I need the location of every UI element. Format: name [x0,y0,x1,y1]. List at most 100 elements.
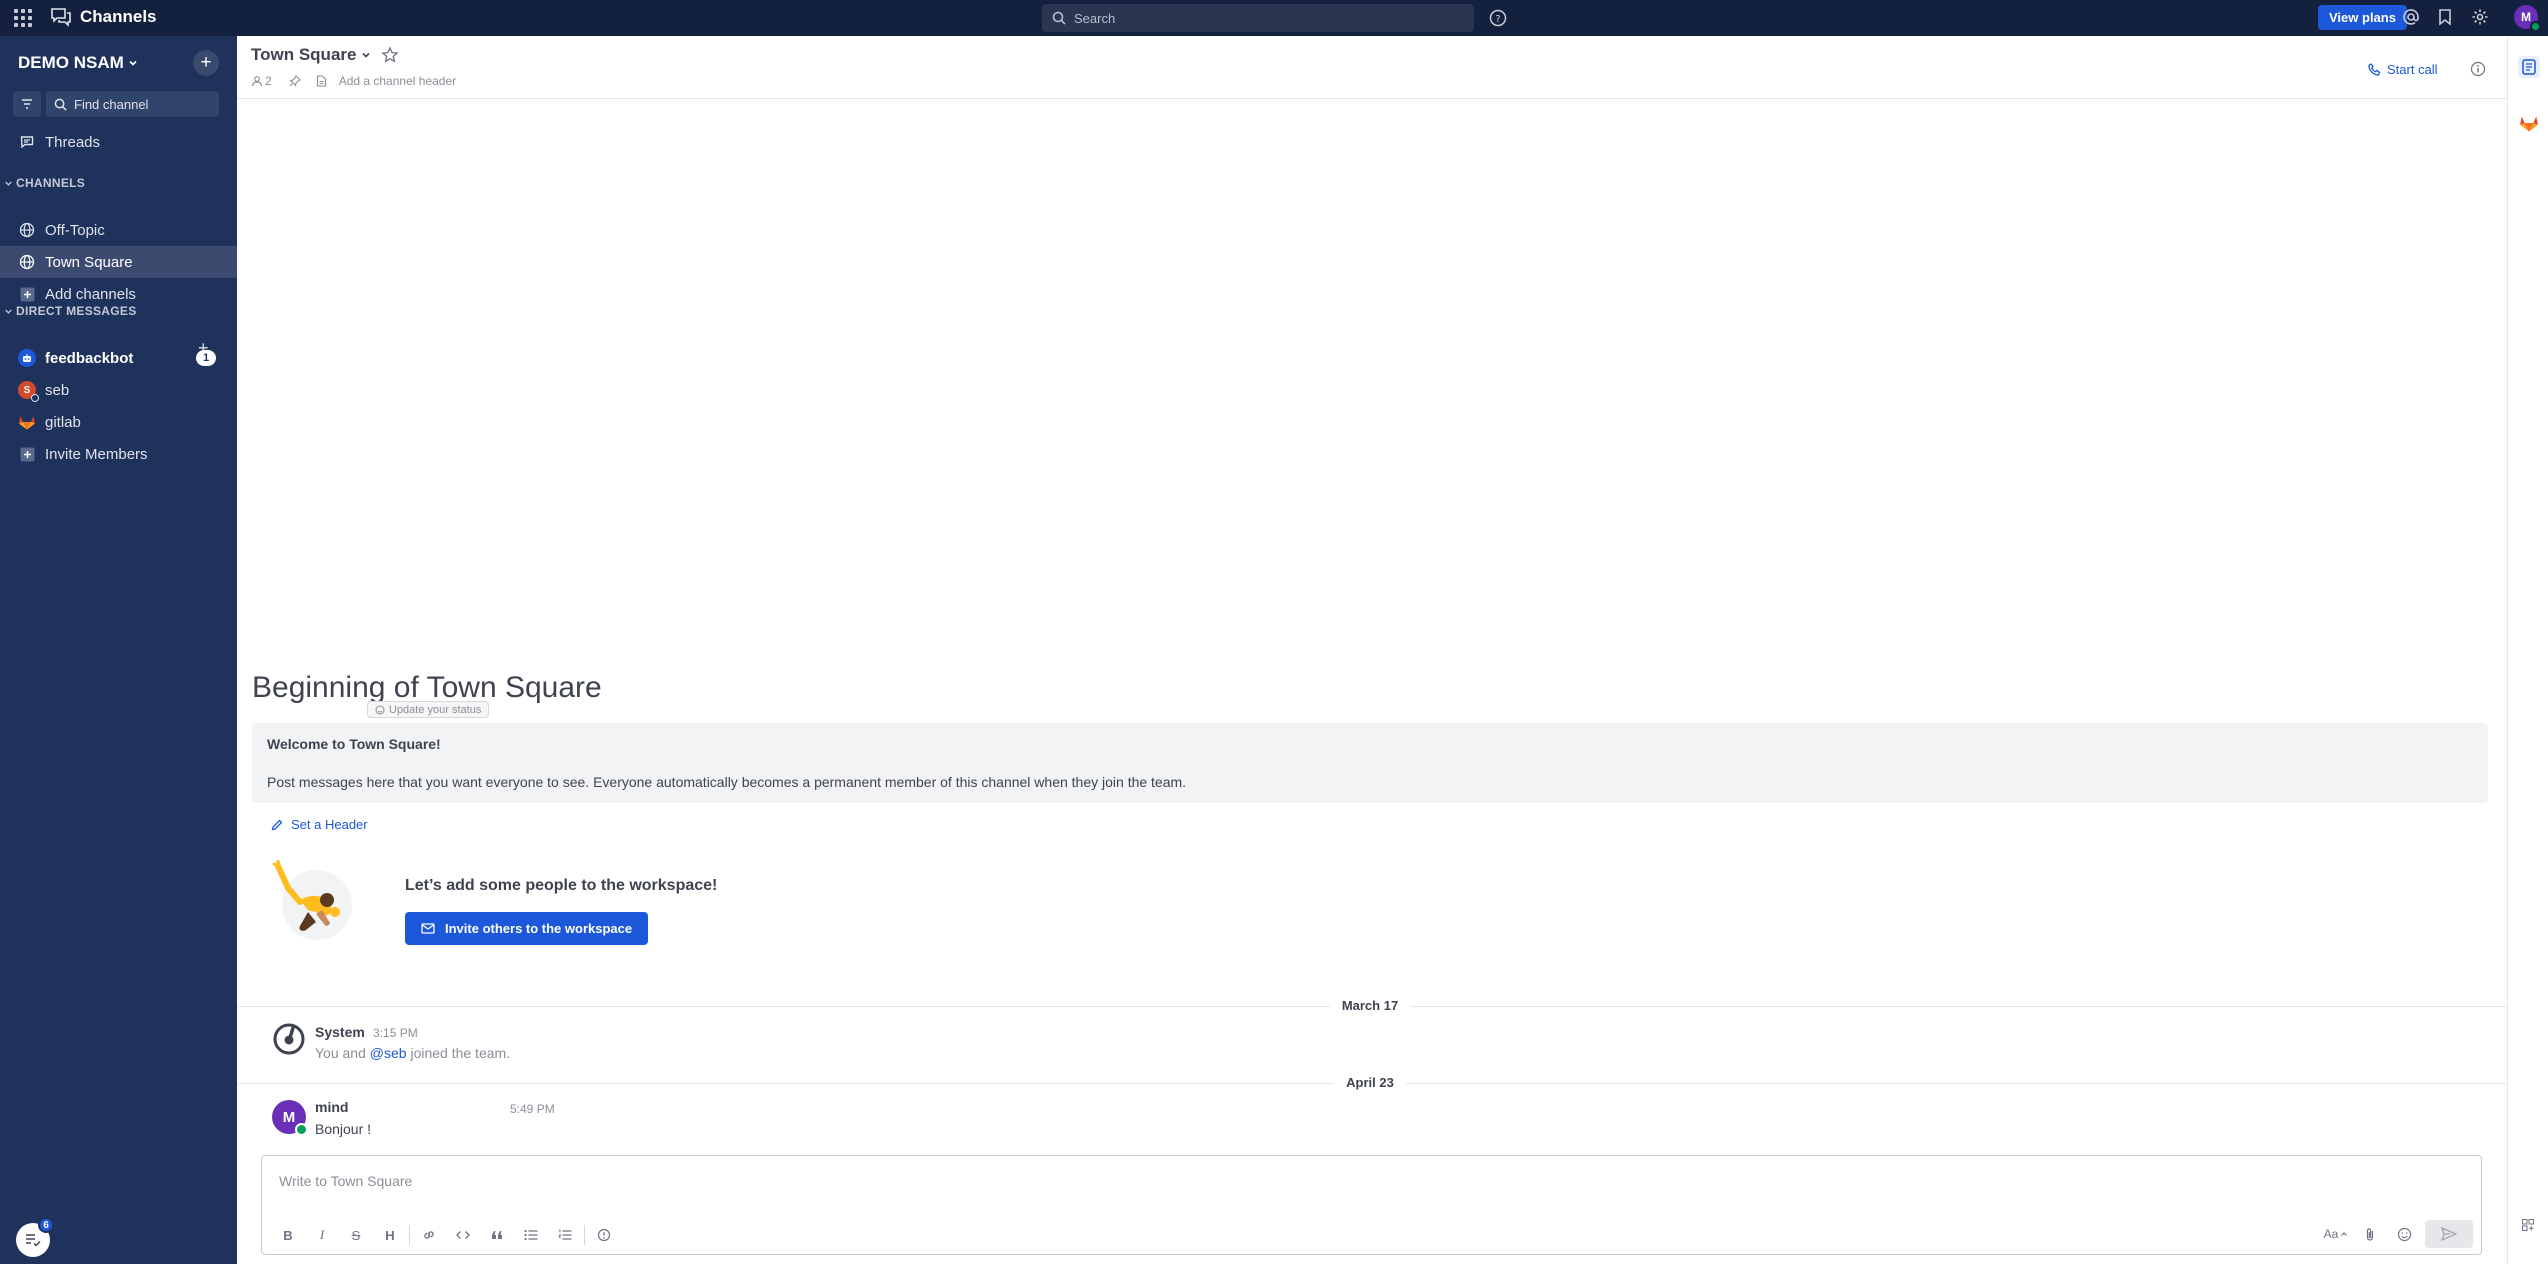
message-priority-icon[interactable] [587,1222,621,1248]
post-timestamp[interactable]: 5:49 PM [510,1102,555,1116]
emoji-status-icon [375,705,385,714]
pinned-messages-icon[interactable] [289,75,301,87]
avatar-initial: M [2521,10,2531,24]
channels-category-header[interactable]: CHANNELS [4,176,85,190]
direct-messages-category-header[interactable]: DIRECT MESSAGES [4,304,137,318]
channel-info-icon[interactable] [2470,61,2486,82]
help-icon[interactable]: ? [1488,8,1508,33]
post-author[interactable]: System [315,1024,365,1040]
favorite-star-icon[interactable] [381,46,399,69]
sidebar-item-seb[interactable]: S seb [0,374,237,406]
threads-icon [18,133,36,151]
avatar-initial: S [23,384,31,396]
text-size-toggle[interactable]: Aa [2319,1220,2353,1248]
unread-badge: 1 [196,350,216,366]
text-size-label: Aa [2323,1227,2339,1241]
mentions-icon[interactable] [2402,8,2420,31]
welcome-title: Welcome to Town Square! [267,736,441,752]
global-search-input[interactable]: Search [1042,4,1474,32]
formatting-toolbar: B I S H [271,1222,621,1248]
welcome-body: Post messages here that you want everyon… [267,774,1187,790]
channel-welcome-box: Welcome to Town Square! Post messages he… [252,723,2488,803]
attachment-icon[interactable] [2353,1220,2387,1248]
product-name: Channels [80,7,157,26]
count-badge: 6 [38,1217,54,1233]
strikethrough-button[interactable]: S [339,1222,373,1248]
view-plans-button[interactable]: View plans [2318,5,2407,30]
find-channel-button[interactable]: Find channel [46,91,219,117]
onboarding-checklist-button[interactable]: 6 [16,1217,54,1257]
files-icon[interactable] [316,75,327,87]
add-square-icon [18,445,36,463]
chevron-down-icon [5,309,12,314]
start-call-button[interactable]: Start call [2368,62,2438,77]
bulleted-list-icon[interactable] [514,1222,548,1248]
online-status-indicator [2530,21,2541,32]
sidebar-item-label: seb [45,381,70,399]
add-channel-header-link[interactable]: Add a channel header [339,74,456,88]
envelope-plus-icon [421,922,435,934]
globe-icon [18,221,36,239]
user-avatar: S [18,381,39,402]
add-square-icon [18,285,36,303]
settings-gear-icon[interactable] [2471,8,2489,31]
system-avatar [272,1022,306,1056]
sidebar-item-town-square[interactable]: Town Square [0,246,237,278]
user-avatar-button[interactable]: M [2514,5,2541,32]
sidebar-item-label: Off-Topic [45,221,105,239]
channel-view: Town Square 2 Add a channel header Start… [237,36,2507,1264]
search-placeholder: Search [1074,10,1116,26]
gitlab-icon [18,413,36,431]
post-author[interactable]: mind [315,1099,348,1115]
send-button[interactable] [2425,1220,2473,1248]
channel-header-row: 2 Add a channel header [251,74,456,88]
add-plus-button[interactable]: + [193,50,219,76]
sidebar-item-invite-members[interactable]: Invite Members [0,438,237,470]
set-header-button[interactable]: Set a Header [271,817,368,832]
member-count-button[interactable]: 2 [251,74,272,88]
code-icon[interactable] [446,1222,480,1248]
message-composer[interactable]: Write to Town Square B I S H Aa [261,1155,2482,1255]
app-marketplace-icon[interactable] [2522,1218,2534,1236]
boards-app-icon[interactable] [2518,56,2540,78]
system-text-suffix: joined the team. [410,1045,511,1061]
sidebar-item-label: Threads [45,133,101,151]
team-menu-button[interactable]: DEMO NSAM [18,53,139,73]
search-icon [54,98,67,111]
user-mention-link[interactable]: @seb [370,1045,407,1061]
checklist-icon [26,1234,41,1247]
avatar-initial: M [282,1108,296,1126]
post-timestamp[interactable]: 3:15 PM [373,1026,418,1040]
sidebar-item-threads[interactable]: Threads [0,126,237,158]
status-label: Update your status [389,703,482,716]
pencil-icon [271,819,283,830]
numbered-list-icon[interactable] [548,1222,582,1248]
filter-icon[interactable] [13,91,41,117]
composer-placeholder: Write to Town Square [279,1173,413,1189]
heading-button[interactable]: H [373,1222,407,1248]
header-divider [237,98,2507,99]
quote-icon[interactable] [480,1222,514,1248]
product-menu-icon[interactable] [14,9,32,27]
user-avatar[interactable]: M [272,1100,308,1136]
bot-avatar-icon [18,349,36,367]
saved-messages-icon[interactable] [2437,8,2453,31]
sidebar-item-off-topic[interactable]: Off-Topic [0,214,237,246]
category-label: CHANNELS [16,176,86,190]
update-status-button[interactable]: Update your status [367,701,490,718]
svg-text:?: ? [1495,14,1500,25]
italic-button[interactable]: I [305,1222,339,1248]
chevron-up-icon [2341,1232,2348,1236]
bold-button[interactable]: B [271,1222,305,1248]
channel-name-menu[interactable]: Town Square [251,45,372,65]
start-call-label: Start call [2387,62,2438,77]
emoji-icon[interactable] [2387,1220,2421,1248]
find-channel-label: Find channel [74,96,149,112]
system-text-prefix: You and [315,1045,366,1061]
invite-others-button[interactable]: Invite others to the workspace [405,912,649,945]
sidebar-item-gitlab[interactable]: gitlab [0,406,237,438]
member-icon [251,76,263,87]
link-icon[interactable] [412,1222,446,1248]
sidebar-item-label: feedbackbot [45,349,134,367]
gitlab-icon[interactable] [2519,114,2539,137]
